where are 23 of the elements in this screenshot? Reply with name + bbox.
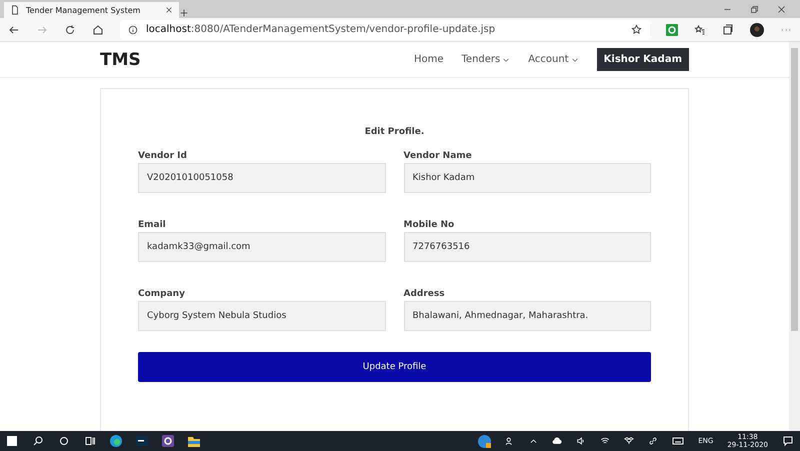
input-field[interactable]: V20201010051058 bbox=[138, 163, 386, 193]
input-field[interactable]: Bhalawani, Ahmednagar, Maharashtra. bbox=[404, 301, 651, 331]
field-label: Email bbox=[138, 220, 167, 230]
form-title: Edit Profile. bbox=[364, 127, 426, 137]
input-field[interactable]: Kishor Kadam bbox=[404, 163, 651, 193]
url-text: localhost:8080/ATenderManagementSystem/vendor-profile-update.jsp bbox=[146, 24, 496, 35]
update-profile-button[interactable]: Update Profile bbox=[138, 352, 651, 382]
input-field[interactable]: Cyborg System Nebula Studios bbox=[138, 301, 386, 331]
field-label: Address bbox=[404, 289, 446, 299]
browser-tab[interactable]: Tender Management System bbox=[4, 2, 179, 18]
nav-link[interactable]: Home bbox=[414, 54, 444, 65]
field-label: Vendor Name bbox=[404, 151, 473, 161]
input-field[interactable]: kadamk33@gmail.com bbox=[138, 232, 386, 262]
field-label: Vendor Id bbox=[138, 151, 188, 161]
brand-logo[interactable]: TMS bbox=[100, 50, 141, 70]
field-label: Company bbox=[138, 289, 186, 299]
user-button[interactable]: Kishor Kadam bbox=[596, 48, 689, 71]
input-field[interactable]: 7276763516 bbox=[404, 232, 651, 262]
address-bar[interactable]: localhost:8080/ATenderManagementSystem/vendor-profile-update.jsp bbox=[120, 20, 650, 40]
tab-title: Tender Management System bbox=[26, 6, 142, 14]
nav-link[interactable]: Tenders bbox=[462, 54, 510, 65]
field-label: Mobile No bbox=[404, 220, 456, 230]
nav-link[interactable]: Account bbox=[528, 54, 579, 65]
